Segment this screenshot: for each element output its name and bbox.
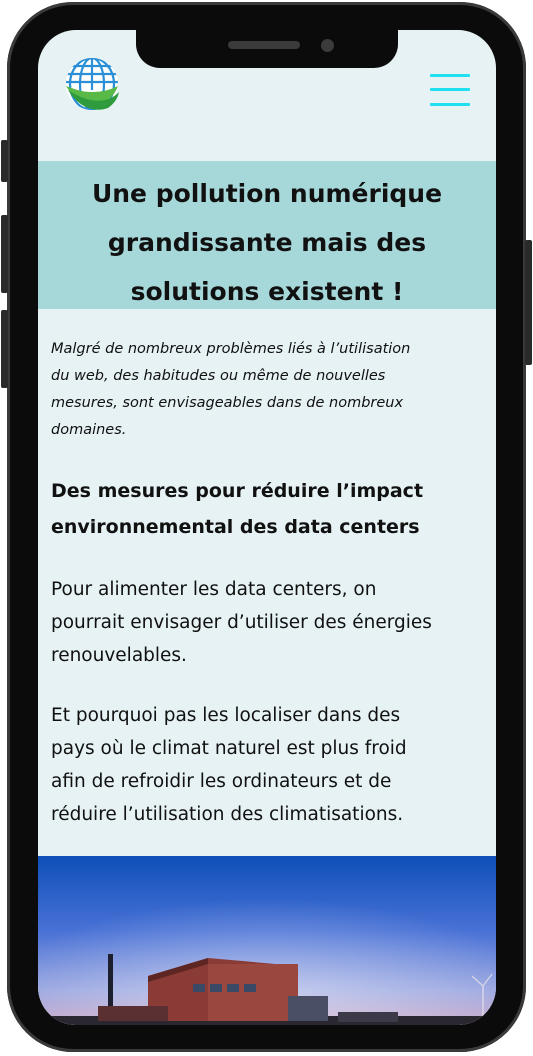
section-heading-line: Des mesures pour réduire l’impact bbox=[51, 480, 424, 502]
phone-side-button bbox=[1, 140, 8, 182]
paragraph-renewable-energy: Pour alimenter les data centers, on pour… bbox=[51, 573, 486, 672]
intro-line: Malgré de nombreux problèmes liés à l’ut… bbox=[51, 341, 411, 357]
hamburger-menu-icon[interactable] bbox=[430, 74, 470, 106]
globe-leaf-logo-icon[interactable] bbox=[62, 56, 122, 116]
data-center-photo bbox=[38, 856, 496, 1025]
front-camera bbox=[321, 39, 334, 52]
phone-notch bbox=[136, 30, 398, 68]
section-heading-line: environnemental des data centers bbox=[51, 516, 420, 538]
phone-side-button bbox=[525, 240, 532, 365]
paragraph-line: Pour alimenter les data centers, on bbox=[51, 579, 377, 600]
phone-screen: Une pollution numérique grandissante mai… bbox=[38, 30, 496, 1025]
paragraph-line: renouvelables. bbox=[51, 645, 187, 666]
paragraph-line: afin de refroidir les ordinateurs et de bbox=[51, 771, 392, 792]
page-title-line: solutions existent ! bbox=[130, 277, 404, 306]
page-title-line: Une pollution numérique bbox=[91, 179, 443, 208]
title-banner: Une pollution numérique grandissante mai… bbox=[38, 161, 496, 309]
phone-side-button bbox=[1, 215, 8, 293]
menu-bar bbox=[430, 103, 470, 106]
phone-side-button bbox=[1, 310, 8, 388]
paragraph-line: réduire l’utilisation des climatisations… bbox=[51, 804, 404, 825]
paragraph-cold-climate: Et pourquoi pas les localiser dans des p… bbox=[51, 699, 486, 831]
page-title-line: grandissante mais des bbox=[107, 228, 427, 257]
paragraph-line: pourrait envisager d’utiliser des énergi… bbox=[51, 612, 432, 633]
intro-text: Malgré de nombreux problèmes liés à l’ut… bbox=[51, 336, 481, 444]
page-title: Une pollution numérique grandissante mai… bbox=[38, 161, 496, 316]
intro-line: du web, des habitudes ou même de nouvell… bbox=[51, 368, 386, 384]
menu-bar bbox=[430, 74, 470, 77]
section-heading: Des mesures pour réduire l’impact enviro… bbox=[51, 473, 491, 545]
intro-line: mesures, sont envisageables dans de nomb… bbox=[51, 395, 404, 411]
paragraph-line: pays où le climat naturel est plus froid bbox=[51, 738, 407, 759]
paragraph-line: Et pourquoi pas les localiser dans des bbox=[51, 705, 401, 726]
speaker-grille bbox=[228, 41, 300, 49]
intro-line: domaines. bbox=[51, 422, 127, 438]
menu-bar bbox=[430, 88, 470, 91]
